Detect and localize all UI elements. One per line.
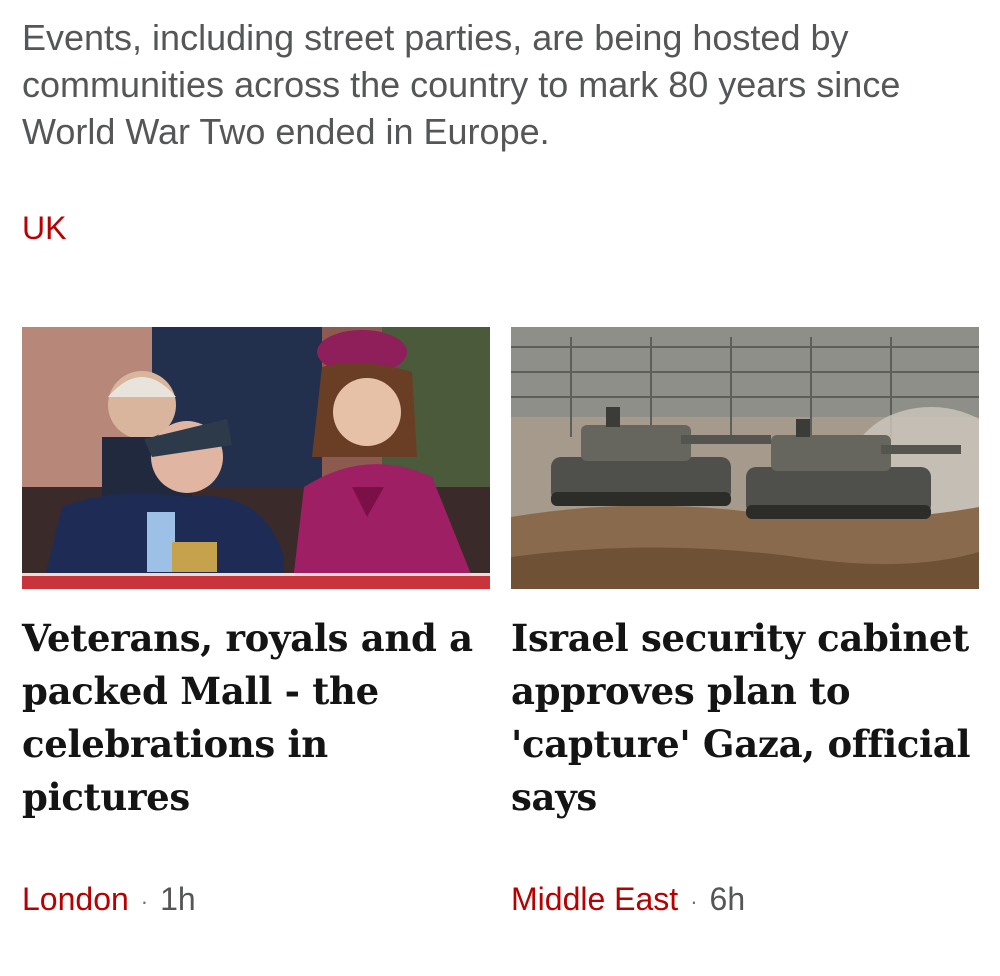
story-headline[interactable]: Veterans, royals and a packed Mall - the… [22,612,492,824]
story-summary: Events, including street parties, are be… [22,17,901,152]
topic-link-uk[interactable]: UK [22,208,66,248]
story-card-israel[interactable]: Israel security cabinet approves plan to… [511,327,979,917]
story-timestamp: 1h [160,881,196,917]
story-meta: London · 1h [22,879,196,922]
story-timestamp: 6h [709,881,746,917]
story-meta: Middle East · 6h [511,879,745,922]
story-headline[interactable]: Israel security cabinet approves plan to… [511,612,981,824]
veterans-photo [22,327,490,589]
separator-dot: · [690,888,698,914]
story-image-veterans[interactable] [22,327,490,589]
tanks-photo [511,327,979,589]
story-location-link[interactable]: London [22,881,129,917]
story-image-tanks[interactable] [511,327,979,589]
story-location-link[interactable]: Middle East [511,881,678,917]
separator-dot: · [140,888,149,914]
story-card-veterans[interactable]: Veterans, royals and a packed Mall - the… [22,327,490,917]
